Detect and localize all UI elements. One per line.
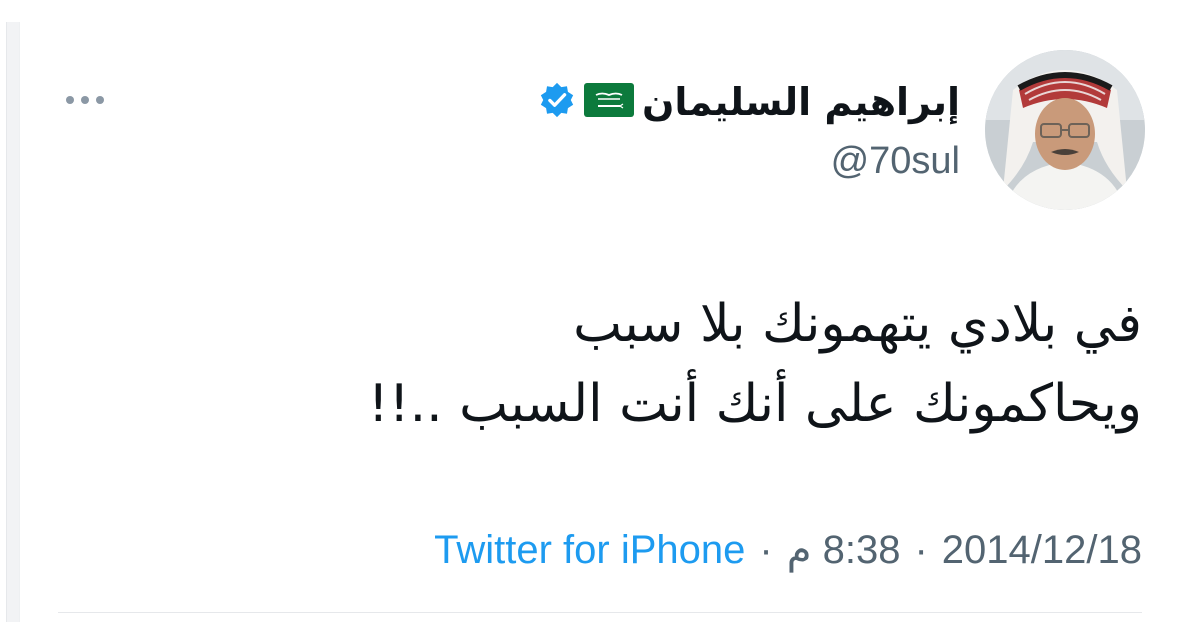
avatar-image — [985, 50, 1145, 210]
tweet-text: في بلادي يتهمونك بلا سبب ويحاكمونك على أ… — [142, 284, 1142, 444]
tweet-date[interactable]: 2014/12/18 — [942, 528, 1142, 573]
author-handle[interactable]: @70sul — [831, 140, 960, 183]
tweet-screenshot: إبراهيم السليمان @70sul في بلادي يتهمونك… — [0, 0, 1200, 622]
tweet-time[interactable]: 8:38 م — [787, 527, 901, 573]
tweet-meta: Twitter for iPhone · 8:38 م · 2014/12/18 — [434, 522, 1142, 578]
ellipsis-icon — [66, 96, 74, 104]
ellipsis-icon — [81, 96, 89, 104]
tweet-source-link[interactable]: Twitter for iPhone — [434, 528, 745, 573]
left-edge-strip — [6, 22, 20, 622]
ellipsis-icon — [96, 96, 104, 104]
verified-badge-icon — [538, 81, 576, 123]
saudi-flag-icon — [583, 83, 634, 121]
author-name-row[interactable]: إبراهيم السليمان — [538, 72, 960, 132]
more-options-button[interactable] — [60, 86, 110, 114]
tweet-text-line: في بلادي يتهمونك بلا سبب — [573, 294, 1142, 354]
tweet-text-line: ويحاكمونك على أنك أنت السبب ..!! — [367, 374, 1142, 434]
meta-separator: · — [759, 527, 773, 572]
avatar[interactable] — [985, 50, 1145, 210]
author-display-name[interactable]: إبراهيم السليمان — [642, 80, 960, 124]
divider — [58, 612, 1142, 613]
meta-separator: · — [914, 527, 928, 572]
